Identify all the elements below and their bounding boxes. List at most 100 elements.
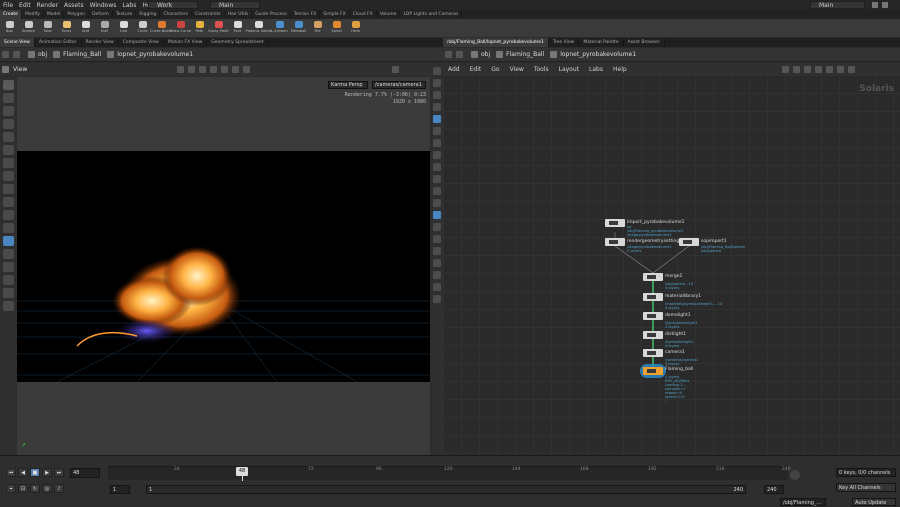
wireframe-icon[interactable] [433,79,441,87]
shelf-tool-metaball[interactable]: Metaball [289,19,308,37]
crumb-flaming-ball[interactable]: Flaming_Ball [496,51,544,58]
node-camera[interactable] [643,349,663,357]
camera-tool-icon[interactable] [3,236,14,246]
tab-render-view[interactable]: Render View [82,38,119,47]
shelf-tool-grid[interactable]: Grid [76,19,95,37]
shelf-tool-platonic-solids[interactable]: Platonic Solids [246,19,272,37]
loop-icon[interactable]: ↻ [30,484,40,493]
selection-icon[interactable] [433,211,441,219]
net-menu-edit[interactable]: Edit [465,66,487,73]
key-all-channels-button[interactable]: Key All Channels [836,483,896,492]
node-domelight[interactable] [643,312,663,320]
template-icon[interactable] [433,175,441,183]
net-menu-add[interactable]: Add [443,66,465,73]
node-materiallibrary[interactable] [643,293,663,301]
shelf-tool-null[interactable]: Null [95,19,114,37]
tab-network-path[interactable]: /obj/Flaming_Ball/lopnet_pyrobakevolume1 [443,38,549,47]
view-tool-icon[interactable] [3,93,14,103]
menu-assets[interactable]: Assets [61,2,87,9]
brush-tool-icon[interactable] [3,171,14,181]
origin-icon[interactable] [433,247,441,255]
node-merge[interactable] [643,273,663,281]
safe-area-icon[interactable] [433,271,441,279]
crumb-lopnet[interactable]: lopnet_pyrobakevolume1 [550,51,636,58]
shelf-tool-spray-paint[interactable]: Spray Paint [208,19,229,37]
net-menu-help[interactable]: Help [608,66,632,73]
shaded-icon[interactable] [433,91,441,99]
shelf-tool-helix[interactable]: Helix [346,19,365,37]
display-icon[interactable] [433,67,441,75]
handle-tool-icon[interactable] [3,119,14,129]
shelf-tool-tube[interactable]: Tube [38,19,57,37]
tab-tree-view[interactable]: Tree View [549,38,580,47]
menu-file[interactable]: File [0,2,16,9]
shelf-tab-lop-lights-and-cameras[interactable]: LOP Lights and Cameras [400,10,463,19]
node-distlight[interactable] [643,331,663,339]
jump-start-icon[interactable]: ⏮ [6,468,16,477]
magnet-tool-icon[interactable] [3,288,14,298]
tab-composite-view[interactable]: Composite View [119,38,164,47]
rotate-tool-icon[interactable] [3,145,14,155]
key-magnifier-icon[interactable] [790,470,800,480]
desktop-dropdown[interactable]: Work [148,1,198,9]
background-icon[interactable] [433,115,441,123]
forward-icon[interactable] [456,51,463,58]
shelf-tool-sphere[interactable]: Sphere [19,19,38,37]
info-icon[interactable] [847,65,855,73]
grid-icon[interactable] [210,66,218,73]
xray-icon[interactable] [433,187,441,195]
normals-icon[interactable] [433,151,441,159]
shelf-tab-deform[interactable]: Deform [89,10,113,19]
shelf-tab-simple-fx[interactable]: Simple FX [320,10,350,19]
shelf-tab-volume[interactable]: Volume [377,10,401,19]
minimize-icon[interactable] [872,2,878,8]
tab-geometry-spreadsheet[interactable]: Geometry Spreadsheet [207,38,269,47]
grid-tool-icon[interactable] [3,262,14,272]
realtime-icon[interactable]: ◎ [42,484,52,493]
light-icon[interactable] [433,103,441,111]
shelf-tab-modify[interactable]: Modify [22,10,44,19]
back-icon[interactable] [445,51,452,58]
net-menu-labs[interactable]: Labs [584,66,608,73]
grid-icon[interactable] [433,283,441,291]
light-icon[interactable] [188,66,196,73]
snapshot-icon[interactable] [433,199,441,207]
shelf-tool-l-system[interactable]: L-System [270,19,289,37]
shelf-tool-font[interactable]: Font [228,19,247,37]
group-tool-icon[interactable] [3,197,14,207]
play-icon[interactable]: ▶ [42,468,52,477]
node-sopimport[interactable] [679,238,699,246]
crumb-obj[interactable]: obj [471,51,490,58]
tab-scene-view[interactable]: Scene View [0,38,35,47]
render-tool-icon[interactable] [3,301,14,311]
record-tool-icon[interactable] [3,223,14,233]
tab-animation-editor[interactable]: Animation Editor [35,38,82,47]
pose-tool-icon[interactable] [3,106,14,116]
light-tool-icon[interactable] [3,249,14,259]
camera-dropdown[interactable]: /cameras/camera1 [372,81,426,89]
audio-icon[interactable]: ♪ [54,484,64,493]
forward-icon[interactable] [13,51,20,58]
shelf-tab-create[interactable]: Create [0,10,22,19]
range-icon[interactable]: ⊡ [18,484,28,493]
translate-tool-icon[interactable] [3,158,14,168]
menu-labs[interactable]: Labs [119,2,139,9]
net-menu-go[interactable]: Go [486,66,504,73]
grid-icon[interactable] [803,65,811,73]
timeline-ruler[interactable]: 24 48 72 96 120 144 168 192 216 240 [108,466,791,481]
help-icon[interactable] [433,295,441,303]
tab-asset-browser[interactable]: Asset Browser [624,38,665,47]
paint-tool-icon[interactable] [3,275,14,285]
menu-windows[interactable]: Windows [87,2,120,9]
step-back-icon[interactable]: ◀ [18,468,28,477]
range-start-field[interactable]: 1 [110,485,130,494]
select-tool-icon[interactable] [3,80,14,90]
net-menu-view[interactable]: View [505,66,529,73]
node-karma[interactable] [643,367,663,375]
shape-icon[interactable] [825,65,833,73]
shelf-tab-terrain-fx[interactable]: Terrain FX [291,10,321,19]
shelf-tab-constraints[interactable]: Constraints [192,10,225,19]
points-icon[interactable] [433,139,441,147]
shelf-tab-hair-utils[interactable]: Hair Utils [225,10,253,19]
snapshot-icon[interactable] [221,66,229,73]
